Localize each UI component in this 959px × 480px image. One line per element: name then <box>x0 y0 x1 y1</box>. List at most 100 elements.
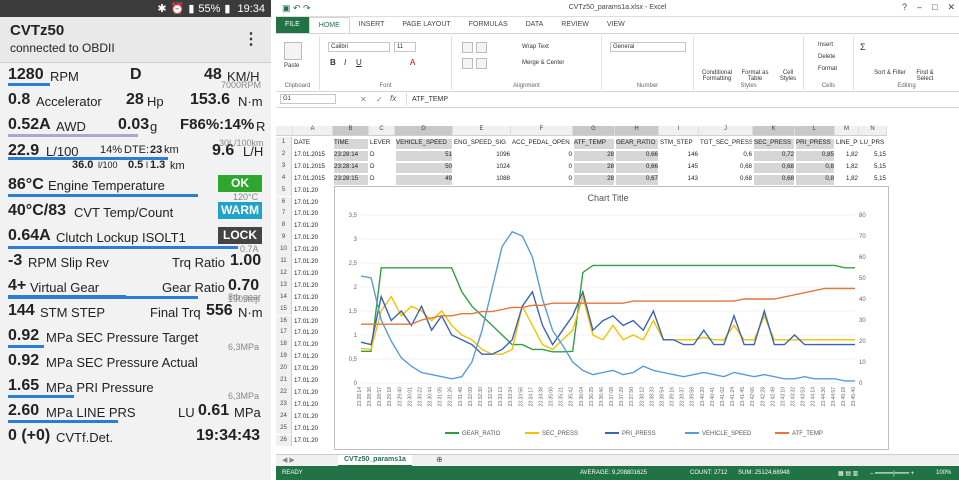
row-header[interactable]: 4 <box>276 172 292 185</box>
table-cell[interactable]: 17.01.20 <box>294 413 332 423</box>
column-header[interactable]: I <box>659 126 699 136</box>
row-header[interactable]: 25 <box>276 422 292 435</box>
tab-file[interactable]: FILE <box>276 17 309 33</box>
table-cell[interactable]: GEAR_RATIO <box>616 139 658 149</box>
column-header[interactable]: B <box>333 126 369 136</box>
zoom-slider[interactable]: – ━━━━━|━━━━ + <box>870 470 914 477</box>
table-cell[interactable]: 1,82 <box>836 175 858 185</box>
row-header[interactable]: 17 <box>276 327 292 340</box>
table-cell[interactable]: LINE_PRS <box>836 139 858 149</box>
insert-cells-button[interactable]: Insert <box>818 42 833 48</box>
table-cell[interactable]: ACC_PEDAL_OPEN <box>512 139 572 149</box>
row-header[interactable]: 6 <box>276 196 292 209</box>
table-cell[interactable]: 23:28:14 <box>334 150 368 161</box>
table-cell[interactable]: 17.01.20 <box>294 282 332 292</box>
row-header[interactable]: 18 <box>276 339 292 352</box>
autosum-icon[interactable]: Σ <box>860 42 866 52</box>
table-cell[interactable]: 17.01.20 <box>294 365 332 375</box>
spreadsheet-grid[interactable]: ABCDEFGHIJKLMN 1 2 3 4 5 6 7 8 9 10 11 12 13 14 15 16 17… <box>276 126 959 454</box>
align-left-icon[interactable] <box>462 58 473 69</box>
row-header[interactable]: 2 <box>276 148 292 161</box>
row-header[interactable]: 5 <box>276 184 292 197</box>
table-cell[interactable]: 17.01.20 <box>294 389 332 399</box>
table-cell[interactable]: 5,15 <box>860 163 886 173</box>
table-cell[interactable]: 0,68 <box>700 163 752 173</box>
column-header[interactable]: J <box>699 126 753 136</box>
table-cell[interactable]: LEVER <box>370 139 394 149</box>
find-select-button[interactable]: Find & Select <box>908 70 942 82</box>
column-header[interactable]: E <box>453 126 511 136</box>
table-cell[interactable]: 17.01.20 <box>294 294 332 304</box>
bold-icon[interactable]: B <box>330 58 336 67</box>
table-cell[interactable]: 1,82 <box>836 151 858 161</box>
table-cell[interactable]: 50 <box>396 162 452 173</box>
column-header[interactable]: C <box>369 126 395 136</box>
number-format-select[interactable]: General <box>610 42 686 52</box>
row-header[interactable]: 15 <box>276 303 292 316</box>
table-cell[interactable]: 23:28:14 <box>334 162 368 173</box>
table-cell[interactable]: 28 <box>574 162 614 173</box>
table-cell[interactable]: 51 <box>396 150 452 161</box>
table-cell[interactable]: D <box>370 163 394 173</box>
table-cell[interactable]: STM_STEP <box>660 139 698 149</box>
table-cell[interactable]: 17.01.20 <box>294 270 332 280</box>
cancel-icon[interactable]: ✕ <box>360 95 367 104</box>
row-header[interactable]: 16 <box>276 315 292 328</box>
tab-view[interactable]: VIEW <box>598 17 634 33</box>
tab-page-layout[interactable]: PAGE LAYOUT <box>393 17 459 33</box>
row-header[interactable]: 8 <box>276 220 292 233</box>
table-cell[interactable]: 0,8 <box>796 162 834 173</box>
table-cell[interactable]: 1024 <box>454 163 510 173</box>
select-all-corner[interactable] <box>276 126 293 136</box>
table-cell[interactable]: 28 <box>574 150 614 161</box>
table-cell[interactable]: D <box>370 175 394 185</box>
table-cell[interactable]: 17.01.20 <box>294 425 332 435</box>
table-cell[interactable]: 5,15 <box>860 151 886 161</box>
row-header[interactable]: 12 <box>276 267 292 280</box>
table-cell[interactable]: 1,82 <box>836 163 858 173</box>
row-header[interactable]: 9 <box>276 232 292 245</box>
paste-label[interactable]: Paste <box>284 63 299 69</box>
table-cell[interactable]: 0,8 <box>796 174 834 185</box>
row-header[interactable]: 1 <box>276 137 292 149</box>
help-icon[interactable]: ? <box>902 2 907 13</box>
table-cell[interactable]: 17.01.20 <box>294 329 332 339</box>
table-cell[interactable]: 17.01.20 <box>294 353 332 363</box>
table-cell[interactable]: ATF_TEMP <box>574 139 614 149</box>
table-cell[interactable]: 28 <box>574 174 614 185</box>
table-cell[interactable]: 146 <box>660 151 698 161</box>
table-cell[interactable]: D <box>370 151 394 161</box>
table-cell[interactable]: 0,72 <box>754 150 794 161</box>
table-cell[interactable]: 17.01.20 <box>294 401 332 411</box>
sheet-nav-icon[interactable]: ◀ ▶ <box>282 456 295 464</box>
table-cell[interactable]: 23:28:15 <box>334 174 368 185</box>
enter-icon[interactable]: ✓ <box>376 95 383 104</box>
table-cell[interactable]: TGT_SEC_PRESS <box>700 139 752 149</box>
table-cell[interactable]: 17.01.20 <box>294 258 332 268</box>
sort-filter-button[interactable]: Sort & Filter <box>874 70 906 76</box>
table-cell[interactable]: 145 <box>660 163 698 173</box>
table-cell[interactable]: 0,68 <box>754 174 794 185</box>
table-cell[interactable]: 143 <box>660 175 698 185</box>
tab-review[interactable]: REVIEW <box>552 17 598 33</box>
table-cell[interactable]: 0,6 <box>700 151 752 161</box>
table-cell[interactable]: 0,67 <box>616 174 658 185</box>
table-cell[interactable]: 49 <box>396 174 452 185</box>
table-cell[interactable]: 17.01.20 <box>294 437 332 447</box>
close-icon[interactable]: ✕ <box>947 2 955 13</box>
table-cell[interactable]: LU_PRS <box>860 139 886 149</box>
row-header[interactable]: 19 <box>276 351 292 364</box>
row-header[interactable]: 21 <box>276 375 292 387</box>
table-cell[interactable]: 17.01.20 <box>294 210 332 220</box>
row-header[interactable]: 11 <box>276 256 292 268</box>
row-header[interactable]: 14 <box>276 291 292 304</box>
maximize-icon[interactable]: □ <box>932 2 937 13</box>
wrap-text-button[interactable]: Wrap Text <box>522 44 549 50</box>
align-middle-icon[interactable] <box>476 42 487 53</box>
align-center-icon[interactable] <box>476 58 487 69</box>
table-cell[interactable]: 17.01.20 <box>294 199 332 209</box>
table-cell[interactable]: TIME <box>334 139 368 149</box>
table-cell[interactable]: 17.01.20 <box>294 187 332 197</box>
function-icon[interactable]: fx <box>390 94 396 103</box>
table-cell[interactable]: 1088 <box>454 175 510 185</box>
